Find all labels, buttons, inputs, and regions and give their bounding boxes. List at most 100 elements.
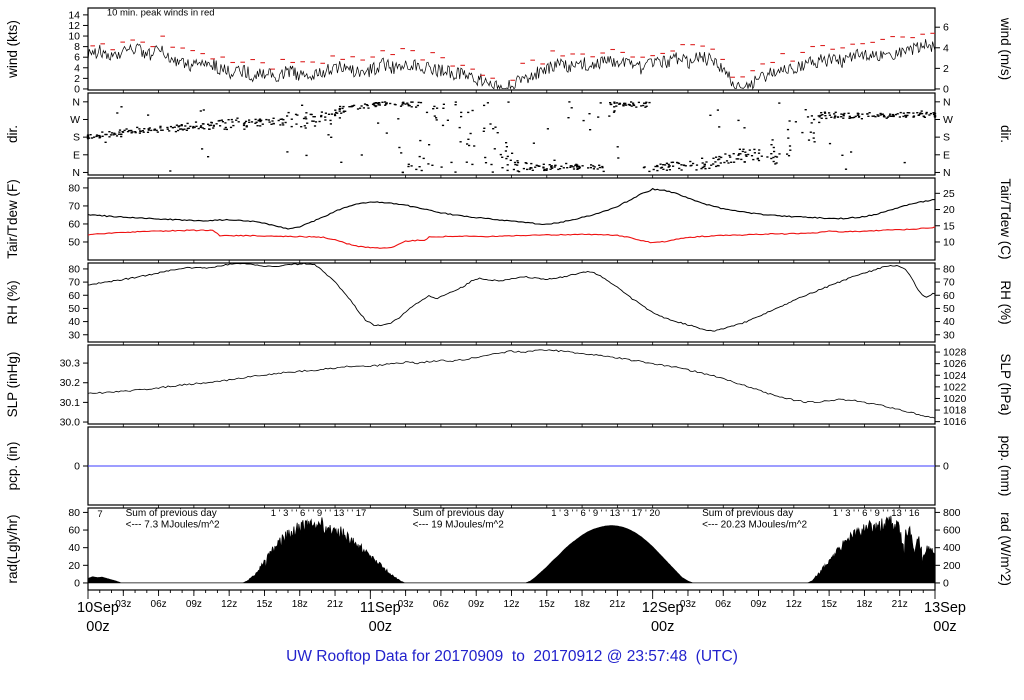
dir-dot — [118, 129, 122, 131]
left-tick-label: W — [70, 114, 80, 126]
day-label-date: 10Sep — [77, 600, 119, 616]
panel-annotation: 10 min. peak winds in red — [107, 7, 215, 18]
dir-dot — [828, 112, 831, 114]
dir-dot — [356, 108, 360, 110]
dir-dot — [648, 170, 651, 173]
dir-dot — [303, 125, 306, 127]
dir-dot — [117, 133, 121, 135]
dir-dot — [105, 133, 108, 136]
dir-dot — [886, 116, 890, 118]
dir-dot — [505, 146, 508, 148]
dir-dot — [858, 115, 861, 117]
left-tick-label: 6 — [74, 52, 80, 64]
dir-dot — [656, 165, 659, 168]
hour-label: 09z — [468, 599, 484, 610]
left-tick-label: 70 — [68, 277, 80, 289]
day-label-date: 12Sep — [642, 600, 684, 616]
dir-dot — [207, 123, 210, 125]
dir-dot — [659, 163, 662, 165]
right-tick-label: 70 — [943, 277, 955, 289]
dir-dot — [501, 156, 504, 158]
dir-dot — [756, 157, 759, 160]
dir-dot — [95, 135, 98, 138]
left-tick-label: S — [73, 132, 80, 144]
dir-dot — [538, 165, 541, 167]
dir-dot — [101, 131, 104, 133]
left-tick-label: 40 — [68, 316, 80, 328]
dir-dot — [143, 128, 146, 130]
dir-dot — [842, 115, 845, 117]
dir-dot — [874, 116, 877, 118]
dir-dot — [112, 134, 115, 136]
dir-dot — [840, 116, 843, 118]
dir-dot — [596, 168, 599, 170]
dir-dot — [219, 125, 222, 127]
dir-dot — [807, 139, 811, 141]
dir-dot — [925, 111, 928, 114]
dir-dot — [700, 167, 703, 170]
dir-dot — [232, 124, 235, 127]
dir-dot — [546, 128, 549, 130]
panel-rad: 0204060800200400600800rad(Lgly/hr) rad (W… — [5, 507, 1013, 593]
dir-dot — [134, 131, 137, 134]
dir-dot — [752, 158, 755, 161]
dir-dot — [110, 132, 114, 134]
dir-dot — [923, 116, 926, 118]
dir-dot — [504, 150, 507, 152]
dir-dot — [327, 113, 331, 115]
dir-dot — [904, 116, 908, 118]
right-tick-label: 4 — [943, 42, 949, 54]
dir-dot — [267, 119, 270, 121]
dir-dot — [301, 104, 304, 106]
right-tick-label: 1028 — [943, 347, 967, 359]
dir-dot — [95, 134, 99, 136]
dir-dot — [493, 148, 496, 150]
dir-dot — [407, 163, 410, 165]
dir-dot — [882, 114, 886, 117]
dir-dot — [442, 103, 445, 105]
dir-dot — [740, 158, 743, 161]
right-tick-label: 1026 — [943, 358, 967, 370]
dir-dot — [844, 168, 848, 170]
dir-dot — [613, 101, 616, 103]
dir-dot — [192, 127, 195, 129]
dir-dot — [786, 128, 790, 131]
left-tick-label: E — [73, 149, 80, 161]
dir-dot — [197, 127, 200, 130]
dir-dot — [812, 137, 815, 139]
dir-dot — [532, 142, 535, 144]
right-tick-label: 1020 — [943, 393, 967, 405]
left-tick-label: N — [72, 167, 80, 179]
dir-dot — [254, 118, 257, 121]
dir-dot — [236, 117, 239, 119]
dir-dot — [460, 111, 463, 114]
dir-dot — [789, 149, 792, 151]
dir-dot — [843, 112, 846, 115]
left-tick-label: 60 — [68, 218, 80, 230]
hour-label: 21z — [892, 599, 908, 610]
axis-title-right-pcp: pcp. (mm) — [998, 436, 1013, 497]
dir-dot — [425, 111, 429, 114]
dir-dot — [710, 164, 713, 166]
left-tick-label: 60 — [68, 290, 80, 302]
dir-dot — [788, 120, 791, 122]
dir-dot — [775, 162, 778, 164]
panel-annotation: 1 ' 3 ' ' 6 ' ' 9 ' ' 13 ' ' 17 — [271, 508, 367, 519]
dir-dot — [581, 165, 584, 167]
panel-annotation: <--- 7.3 MJoules/m^2 — [126, 519, 220, 530]
hour-label: 12z — [503, 599, 519, 610]
dir-dot — [876, 114, 879, 116]
dir-dot — [664, 164, 667, 166]
dir-dot — [491, 171, 494, 173]
dir-dot — [929, 112, 932, 115]
dir-dot — [374, 102, 378, 104]
dir-dot — [680, 164, 683, 166]
dir-dot — [695, 169, 698, 171]
panel-annotation: Sum of previous day — [702, 508, 793, 519]
day-label-time: 00z — [933, 619, 956, 635]
dir-dot — [290, 125, 293, 128]
axis-title-right-temp: Tair/Tdew (C) — [998, 178, 1013, 259]
dir-dot — [342, 105, 345, 108]
axis-title-left-dir: dir. — [5, 125, 20, 143]
dir-dot — [450, 161, 453, 164]
